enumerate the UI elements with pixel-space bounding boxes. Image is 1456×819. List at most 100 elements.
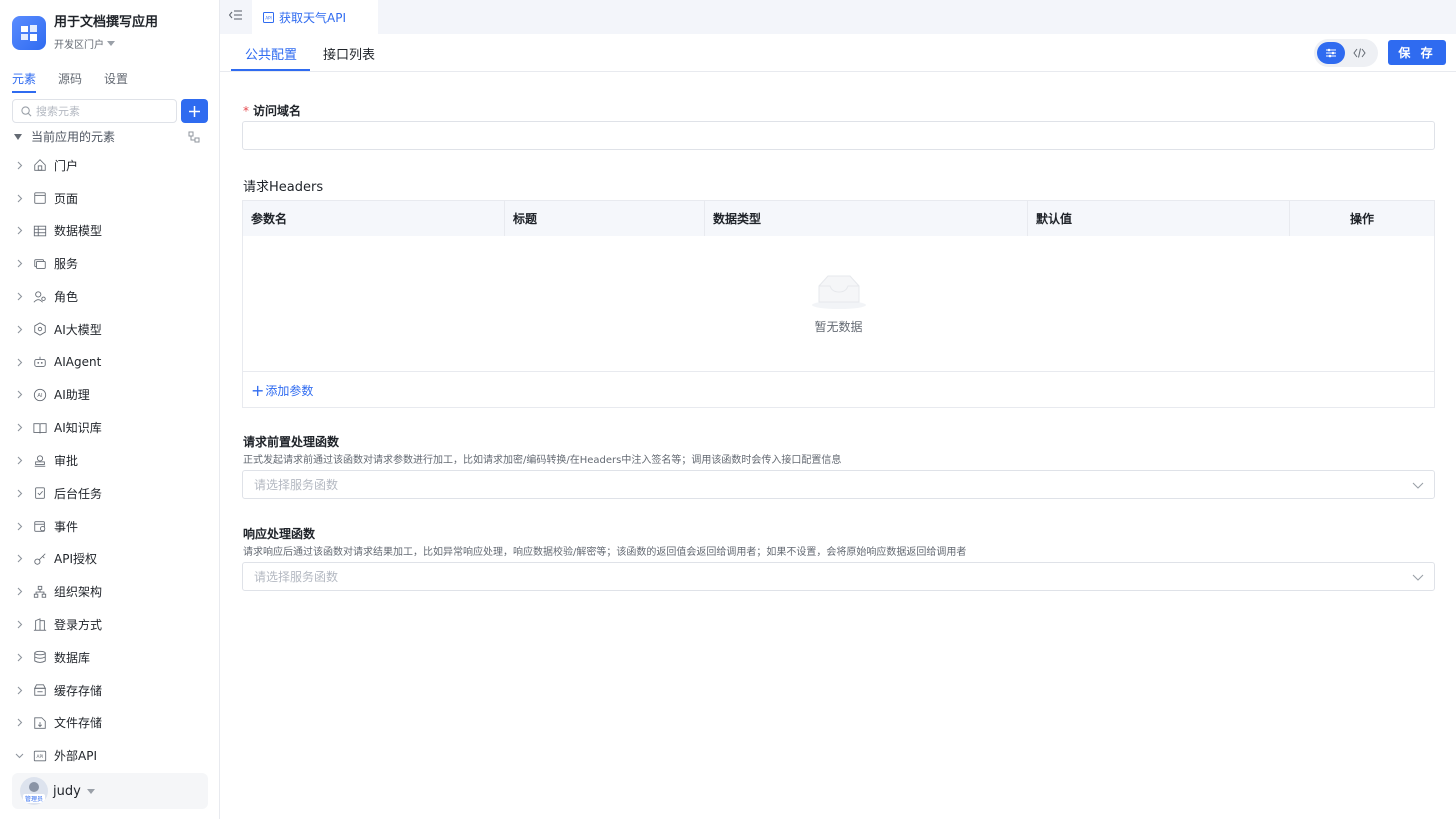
tree-item[interactable]: 数据库: [12, 641, 208, 674]
col-param-name: 参数名: [243, 201, 505, 236]
chevron-right-icon[interactable]: [12, 292, 26, 301]
page-icon: [32, 190, 48, 206]
tree-item[interactable]: AI知识库: [12, 411, 208, 444]
add-param-button[interactable]: + 添加参数: [251, 382, 313, 399]
domain-label: * 访问域名: [243, 102, 301, 119]
pre-handler-desc: 正式发起请求前通过该函数对请求参数进行加工，比如请求加密/编码转换/在Heade…: [243, 455, 842, 466]
tab-source[interactable]: 源码: [58, 70, 82, 93]
tree-item[interactable]: API 外部API: [12, 739, 208, 772]
task-icon: [32, 485, 48, 501]
chevron-right-icon[interactable]: [12, 456, 26, 465]
tree-item[interactable]: 文件存储: [12, 707, 208, 740]
ai-model-icon: [32, 321, 48, 337]
tree-item-label: 角色: [54, 290, 79, 305]
pre-handler-select[interactable]: 请选择服务函数: [242, 470, 1435, 499]
resp-handler-placeholder: 请选择服务函数: [254, 570, 339, 584]
app-header[interactable]: 用于文档撰写应用 开发区门户: [12, 14, 158, 51]
tree-item-label: AI知识库: [54, 421, 102, 436]
file-storage-icon: [32, 715, 48, 731]
chevron-right-icon[interactable]: [12, 390, 26, 399]
chevron-right-icon[interactable]: [12, 226, 26, 235]
chevron-right-icon[interactable]: [12, 554, 26, 563]
chevron-right-icon[interactable]: [12, 489, 26, 498]
tree-item[interactable]: 登录方式: [12, 608, 208, 641]
chevron-right-icon[interactable]: [12, 194, 26, 203]
code-icon: [1352, 48, 1366, 58]
chevron-right-icon[interactable]: [12, 325, 26, 334]
tab-public-config[interactable]: 公共配置: [245, 44, 297, 63]
open-tab-label: 获取天气API: [279, 10, 346, 25]
element-tree: 门户 页面 数据模型 服务角色 AI大模型 AIAgent AI AI助理 AI知识库审批 后台任…: [12, 149, 208, 772]
pre-handler-placeholder: 请选择服务函数: [254, 478, 339, 492]
chevron-right-icon[interactable]: [12, 423, 26, 432]
tree-root[interactable]: 当前应用的元素: [14, 128, 204, 145]
portal-selector[interactable]: 开发区门户: [54, 36, 158, 51]
tree-item[interactable]: AI大模型: [12, 313, 208, 346]
chevron-right-icon[interactable]: [12, 522, 26, 531]
user-bar[interactable]: 管理员 judy: [12, 773, 208, 809]
tab-elements[interactable]: 元素: [12, 70, 37, 93]
login-icon: [32, 617, 48, 633]
chevron-right-icon[interactable]: [12, 653, 26, 662]
approval-icon: [32, 453, 48, 469]
form-view-button[interactable]: [1317, 42, 1345, 64]
chevron-right-icon[interactable]: [12, 620, 26, 629]
chevron-right-icon[interactable]: [12, 686, 26, 695]
col-default: 默认值: [1028, 201, 1290, 236]
collapse-all-icon[interactable]: [188, 131, 200, 143]
tree-item-label: AI大模型: [54, 322, 102, 337]
open-tab[interactable]: API 获取天气API: [252, 0, 378, 34]
chevron-right-icon[interactable]: [12, 718, 26, 727]
chevron-right-icon[interactable]: [12, 259, 26, 268]
add-element-button[interactable]: [181, 99, 208, 123]
resp-handler-label: 响应处理函数: [243, 527, 316, 541]
tab-settings[interactable]: 设置: [104, 70, 128, 93]
domain-input[interactable]: [242, 121, 1435, 150]
caret-down-icon: [107, 41, 115, 46]
chevron-right-icon[interactable]: [12, 358, 26, 367]
tree-item[interactable]: 后台任务: [12, 477, 208, 510]
tree-item-label: AIAgent: [54, 355, 102, 370]
tree-item[interactable]: 缓存存储: [12, 674, 208, 707]
service-icon: [32, 256, 48, 272]
tree-item[interactable]: AI AI助理: [12, 379, 208, 412]
ai-assistant-icon: AI: [32, 387, 48, 403]
add-param-label: 添加参数: [265, 384, 314, 398]
app-name: 用于文档撰写应用: [54, 15, 159, 30]
tree-item[interactable]: 组织架构: [12, 575, 208, 608]
collapse-sidebar-icon[interactable]: [229, 9, 242, 21]
required-mark: *: [243, 104, 249, 118]
tree-item[interactable]: 页面: [12, 182, 208, 215]
tree-item-label: AI助理: [54, 388, 90, 403]
tree-item[interactable]: 门户: [12, 149, 208, 182]
tree-item[interactable]: 事件: [12, 510, 208, 543]
tree-item-label: 文件存储: [54, 716, 103, 731]
tree-item[interactable]: 审批: [12, 444, 208, 477]
tree-item-label: 组织架构: [54, 585, 103, 600]
resp-handler-select[interactable]: 请选择服务函数: [242, 562, 1435, 591]
chevron-down-icon: [1412, 574, 1424, 581]
user-name: judy: [53, 783, 81, 799]
role-icon: [32, 289, 48, 305]
search-row: [12, 99, 208, 123]
tree-item[interactable]: 角色: [12, 280, 208, 313]
chevron-down-icon[interactable]: [12, 751, 26, 760]
tab-api-list[interactable]: 接口列表: [323, 44, 375, 63]
table-header: 参数名 标题 数据类型 默认值 操作: [243, 201, 1434, 236]
pre-handler-label: 请求前置处理函数: [243, 435, 340, 449]
save-button[interactable]: 保 存: [1388, 40, 1446, 65]
role-badge: 管理员: [22, 794, 45, 803]
tree-item[interactable]: AIAgent: [12, 346, 208, 379]
search-box[interactable]: [12, 99, 177, 123]
chevron-right-icon[interactable]: [12, 161, 26, 170]
search-icon: [21, 105, 32, 116]
tree-item[interactable]: 服务: [12, 247, 208, 280]
tree-item[interactable]: 数据模型: [12, 215, 208, 248]
search-input[interactable]: [36, 104, 166, 118]
tree-item[interactable]: API授权: [12, 543, 208, 576]
code-view-button[interactable]: [1345, 42, 1373, 64]
table-icon: [32, 223, 48, 239]
col-data-type: 数据类型: [705, 201, 1028, 236]
chevron-right-icon[interactable]: [12, 587, 26, 596]
tree-root-label: 当前应用的元素: [31, 130, 116, 144]
